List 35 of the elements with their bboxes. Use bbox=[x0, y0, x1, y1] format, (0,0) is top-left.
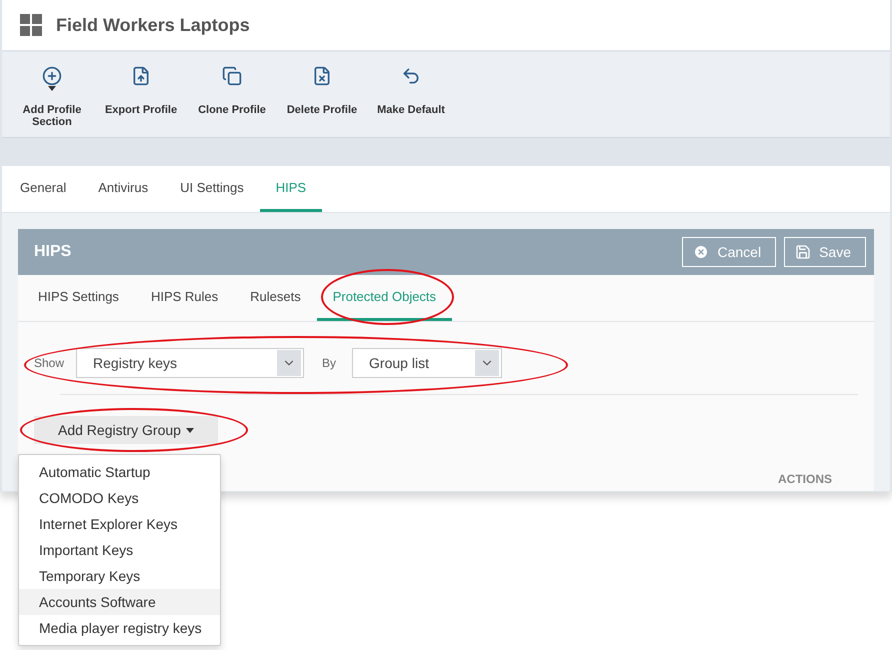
by-label: By bbox=[322, 356, 336, 370]
return-arrow-icon bbox=[401, 66, 421, 86]
toolbar-button[interactable]: Export Profile bbox=[94, 66, 188, 116]
menu-item[interactable]: Temporary Keys bbox=[19, 563, 220, 589]
menu-item[interactable]: Accounts Software bbox=[19, 589, 220, 615]
menu-item[interactable]: COMODO Keys bbox=[19, 485, 220, 511]
menu-item[interactable]: Media player registry keys bbox=[19, 615, 220, 641]
tab[interactable]: UI Settings bbox=[164, 166, 260, 212]
toolbar-button[interactable]: Make Default bbox=[368, 66, 454, 116]
window-title: Field Workers Laptops bbox=[56, 14, 250, 36]
caret-icon bbox=[186, 428, 194, 432]
menu-item[interactable]: Automatic Startup bbox=[19, 459, 220, 485]
windows-logo-icon bbox=[20, 14, 42, 36]
tab[interactable]: General bbox=[4, 166, 82, 212]
show-label: Show bbox=[34, 356, 64, 370]
copy-icon bbox=[222, 66, 242, 86]
column-header: ACTIONS bbox=[778, 472, 832, 486]
menu-item[interactable]: Internet Explorer Keys bbox=[19, 511, 220, 537]
close-icon bbox=[693, 244, 710, 260]
save-icon bbox=[795, 244, 812, 260]
panel-title: HIPS bbox=[34, 243, 72, 261]
toolbar-button[interactable]: Add Profile Section bbox=[10, 66, 94, 128]
tab[interactable]: HIPS Settings bbox=[22, 275, 135, 321]
tab[interactable]: Rulesets bbox=[234, 275, 317, 321]
toolbar-button[interactable]: Clone Profile bbox=[188, 66, 276, 116]
plus-circle-icon bbox=[42, 66, 62, 86]
by-dropdown[interactable]: Group list bbox=[352, 348, 502, 378]
add-registry-group-button[interactable]: Add Registry Group bbox=[34, 416, 218, 444]
file-x-icon bbox=[312, 66, 332, 86]
tab[interactable]: HIPS Rules bbox=[134, 275, 234, 321]
menu-item[interactable]: Important Keys bbox=[19, 537, 220, 563]
file-upload-icon bbox=[131, 66, 151, 86]
tab[interactable]: Antivirus bbox=[82, 166, 164, 212]
toolbar-button[interactable]: Delete Profile bbox=[276, 66, 368, 116]
show-dropdown[interactable]: Registry keys bbox=[76, 348, 304, 378]
